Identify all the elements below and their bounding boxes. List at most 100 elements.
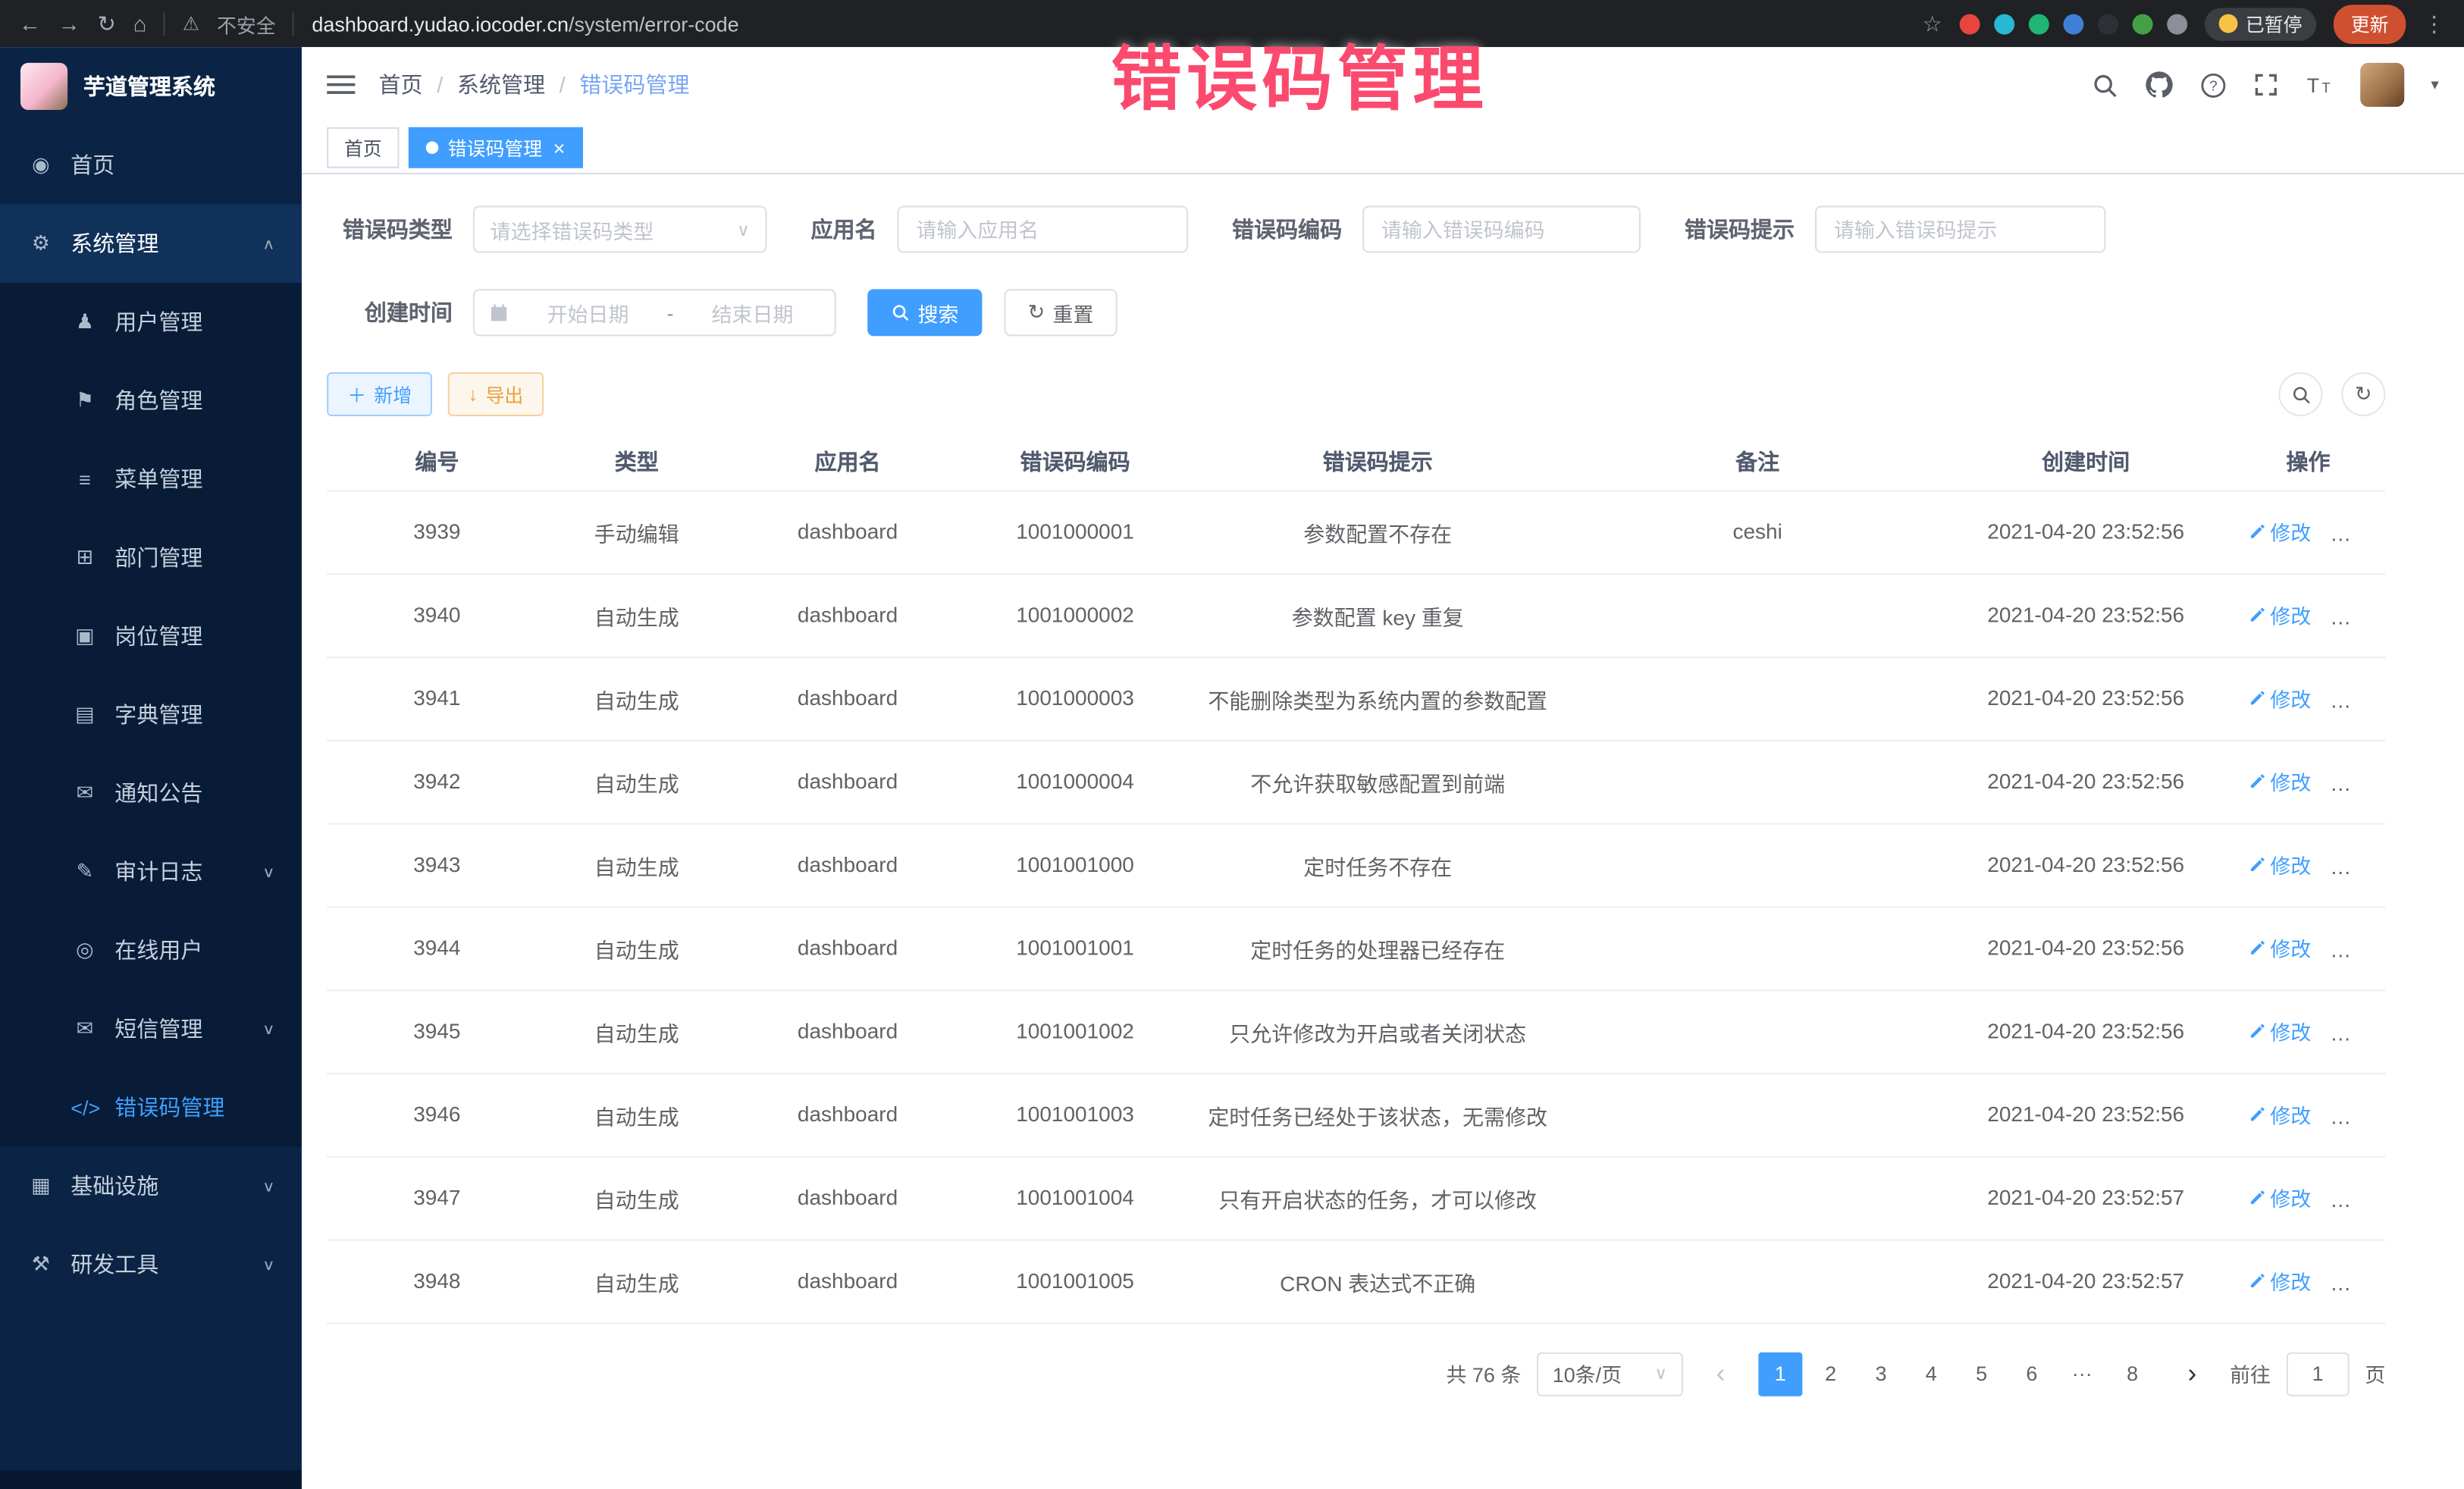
hint-input[interactable] xyxy=(1815,205,2105,252)
search-button[interactable]: 搜索 xyxy=(867,289,982,336)
sidebar-item[interactable]: ✉ 短信管理 xyxy=(0,989,302,1068)
extension-puzzle-icon[interactable] xyxy=(2167,14,2187,34)
column-header: 备注 xyxy=(1574,434,1940,491)
page-button[interactable]: 4 xyxy=(1909,1352,1953,1396)
tab-close-icon[interactable]: × xyxy=(553,137,566,158)
sidebar-item[interactable]: ▤ 字典管理 xyxy=(0,676,302,754)
goto-page-input[interactable] xyxy=(2287,1352,2350,1396)
sidebar-item[interactable]: ✉ 通知公告 xyxy=(0,754,302,832)
cell-app: dashboard xyxy=(726,490,969,573)
edit-link[interactable]: 修改 xyxy=(2246,850,2311,879)
sidebar-item[interactable]: ⚙ 系统管理 xyxy=(0,204,302,283)
edit-link[interactable]: 修改 xyxy=(2246,1266,2311,1296)
cell-type: 自动生成 xyxy=(547,573,726,657)
reset-button[interactable]: ↻ 重置 xyxy=(1004,289,1117,336)
page-button[interactable]: 5 xyxy=(1960,1352,2004,1396)
type-select[interactable]: 请选择错误码类型 ∨ xyxy=(473,205,767,252)
sidebar-item[interactable]: ♟ 用户管理 xyxy=(0,283,302,362)
extension-leaf-green-icon[interactable] xyxy=(2133,14,2153,34)
app-logo[interactable]: 芋道管理系统 xyxy=(0,47,302,126)
app-input[interactable] xyxy=(898,205,1188,252)
breadcrumb-item[interactable]: 系统管理 / xyxy=(457,69,579,100)
toggle-search-button[interactable] xyxy=(2278,372,2322,416)
paused-badge[interactable]: 已暂停 xyxy=(2205,7,2316,40)
sidebar-item[interactable]: ≡ 菜单管理 xyxy=(0,440,302,519)
sidebar-item[interactable]: ✎ 审计日志 xyxy=(0,832,302,911)
sidebar-item[interactable]: ▣ 岗位管理 xyxy=(0,597,302,676)
sidebar-item[interactable]: </> 错误码管理 xyxy=(0,1068,302,1147)
avatar-dropdown-caret-icon[interactable]: ▾ xyxy=(2431,76,2438,93)
cell-app: dashboard xyxy=(726,1156,969,1240)
sidebar-item[interactable]: ⊞ 部门管理 xyxy=(0,519,302,597)
cell-remark xyxy=(1574,573,1940,657)
security-label[interactable]: 不安全 xyxy=(217,8,276,38)
github-icon[interactable] xyxy=(2145,71,2173,99)
refresh-table-button[interactable]: ↻ xyxy=(2341,372,2385,416)
font-size-icon[interactable]: TT xyxy=(2306,72,2334,97)
back-icon[interactable]: ← xyxy=(19,11,41,36)
extension-dot-red-icon[interactable] xyxy=(1960,14,1980,34)
fullscreen-icon[interactable] xyxy=(2253,72,2278,97)
breadcrumb-item[interactable]: 首页 / xyxy=(379,69,457,100)
page-button[interactable]: 6 xyxy=(2010,1352,2054,1396)
pagination: 共 76 条 10条/页 ∨ ‹ 123456···8 › 前往 页 xyxy=(327,1352,2385,1396)
breadcrumb: 首页 / 系统管理 / 错误码管理 / xyxy=(379,69,690,100)
bookmark-star-icon[interactable]: ☆ xyxy=(1923,10,1942,36)
cell-time: 2021-04-20 23:52:56 xyxy=(1941,740,2231,823)
refresh-icon[interactable]: ↻ xyxy=(98,10,116,36)
edit-link[interactable]: 修改 xyxy=(2246,766,2311,796)
sidebar-item[interactable]: ▦ 基础设施 xyxy=(0,1146,302,1225)
post-icon: ▣ xyxy=(71,623,99,648)
extension-check-green-icon[interactable] xyxy=(2029,14,2049,34)
browser-menu-icon[interactable]: ⋮ xyxy=(2423,10,2445,36)
app-title: 芋道管理系统 xyxy=(83,71,215,102)
chevron-icon xyxy=(262,235,275,252)
breadcrumb-item[interactable]: 错误码管理 / xyxy=(579,69,689,100)
extension-dark-on-icon[interactable] xyxy=(2098,14,2118,34)
page-tab[interactable]: 错误码管理 × xyxy=(409,127,582,168)
sidebar-item-label: 字典管理 xyxy=(114,699,202,730)
edit-link[interactable]: 修改 xyxy=(2246,600,2311,629)
date-range-picker[interactable]: 开始日期 - 结束日期 xyxy=(473,289,836,336)
hamburger-icon[interactable] xyxy=(327,72,355,97)
prev-page-button[interactable]: ‹ xyxy=(1699,1352,1743,1396)
range-separator: - xyxy=(667,301,674,324)
page-tab[interactable]: 首页 × xyxy=(327,127,399,168)
extension-dot-teal-icon[interactable] xyxy=(1994,14,2014,34)
page-button[interactable]: 1 xyxy=(1758,1352,1802,1396)
chevron-icon xyxy=(262,863,275,880)
chevron-down-icon: ∨ xyxy=(1654,1363,1667,1384)
screen: ← → ↻ ⌂ ⚠ 不安全 dashboard.yudao.iocoder.cn… xyxy=(0,0,2464,1489)
sidebar-item[interactable]: ◎ 在线用户 xyxy=(0,911,302,990)
next-page-button[interactable]: › xyxy=(2170,1352,2214,1396)
sidebar-item[interactable]: ⚒ 研发工具 xyxy=(0,1225,302,1304)
page-size-select[interactable]: 10条/页 ∨ xyxy=(1537,1352,1683,1396)
help-icon[interactable]: ? xyxy=(2200,71,2227,98)
add-button[interactable]: ＋ 新增 xyxy=(327,372,432,416)
avatar[interactable] xyxy=(2360,63,2404,107)
page-button[interactable]: ··· xyxy=(2060,1352,2104,1396)
edit-link[interactable]: 修改 xyxy=(2246,1016,2311,1045)
home-icon[interactable]: ⌂ xyxy=(133,11,147,36)
update-button[interactable]: 更新 xyxy=(2334,4,2406,43)
online-user-icon: ◎ xyxy=(71,938,99,963)
page-button[interactable]: 2 xyxy=(1809,1352,1853,1396)
address-bar[interactable]: dashboard.yudao.iocoder.cn/system/error-… xyxy=(312,12,738,36)
edit-link[interactable]: 修改 xyxy=(2246,517,2311,547)
code-input[interactable] xyxy=(1362,205,1641,252)
edit-link[interactable]: 修改 xyxy=(2246,1183,2311,1212)
edit-link[interactable]: 修改 xyxy=(2246,683,2311,713)
browser-chrome: ← → ↻ ⌂ ⚠ 不安全 dashboard.yudao.iocoder.cn… xyxy=(0,0,2464,47)
extension-grid-blue-icon[interactable] xyxy=(2063,14,2083,34)
search-icon[interactable] xyxy=(2092,71,2118,98)
forward-icon[interactable]: → xyxy=(58,11,80,36)
filter-app: 应用名 xyxy=(811,205,1188,252)
edit-link[interactable]: 修改 xyxy=(2246,933,2311,963)
page-button[interactable]: 3 xyxy=(1859,1352,1903,1396)
sidebar-item[interactable]: ◉ 首页 xyxy=(0,126,302,205)
edit-link[interactable]: 修改 xyxy=(2246,1099,2311,1129)
export-button[interactable]: ↓ 导出 xyxy=(448,372,544,416)
sidebar-item[interactable]: ⚑ 角色管理 xyxy=(0,361,302,440)
page-button[interactable]: 8 xyxy=(2111,1352,2155,1396)
header-actions: ? TT ▾ xyxy=(2092,63,2439,107)
